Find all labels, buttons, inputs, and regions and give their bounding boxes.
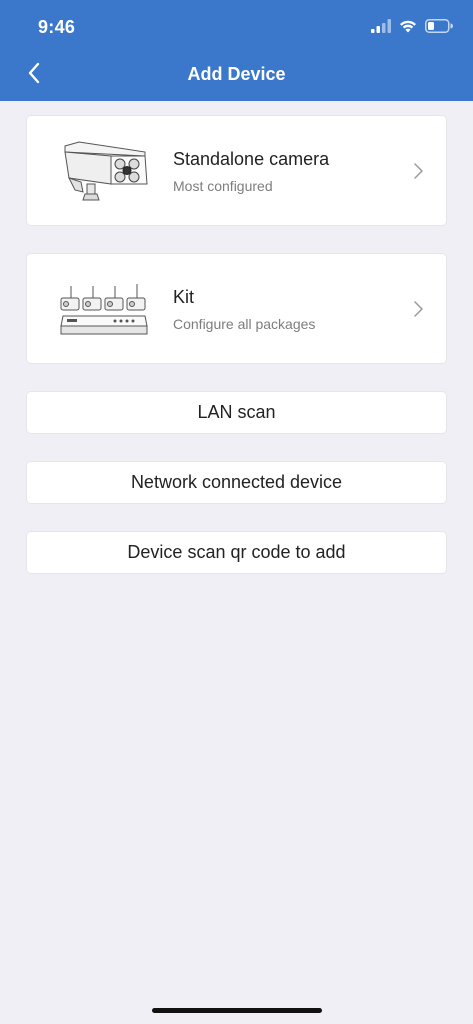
device-subtitle: Configure all packages xyxy=(173,316,316,332)
device-title: Standalone camera xyxy=(173,149,330,169)
status-time: 9:46 xyxy=(38,17,76,37)
device-subtitle: Most configured xyxy=(173,178,273,194)
kit-card[interactable]: Kit Configure all packages xyxy=(26,253,447,364)
wifi-icon xyxy=(399,19,417,38)
nav-bar: Add Device xyxy=(0,52,473,98)
chevron-right-icon xyxy=(412,300,424,318)
network-connected-device-button[interactable]: Network connected device xyxy=(26,461,447,504)
device-title: Kit xyxy=(173,287,195,307)
bullet-camera-icon xyxy=(57,138,151,204)
page-title: Add Device xyxy=(187,64,286,84)
camera-kit-icon xyxy=(57,276,151,342)
header: 9:46 Add Device xyxy=(0,0,473,101)
chevron-right-icon xyxy=(412,162,424,180)
signal-icon xyxy=(371,18,391,38)
status-bar: 9:46 xyxy=(0,0,473,52)
status-icons xyxy=(371,18,453,38)
lan-scan-button[interactable]: LAN scan xyxy=(26,391,447,434)
add-device-screen: 9:46 Add Device Standalone camera Most c… xyxy=(0,0,473,1024)
standalone-camera-card[interactable]: Standalone camera Most configured xyxy=(26,115,447,226)
battery-icon xyxy=(425,18,453,38)
device-scan-qr-button[interactable]: Device scan qr code to add xyxy=(26,531,447,574)
home-indicator[interactable] xyxy=(152,1008,322,1013)
